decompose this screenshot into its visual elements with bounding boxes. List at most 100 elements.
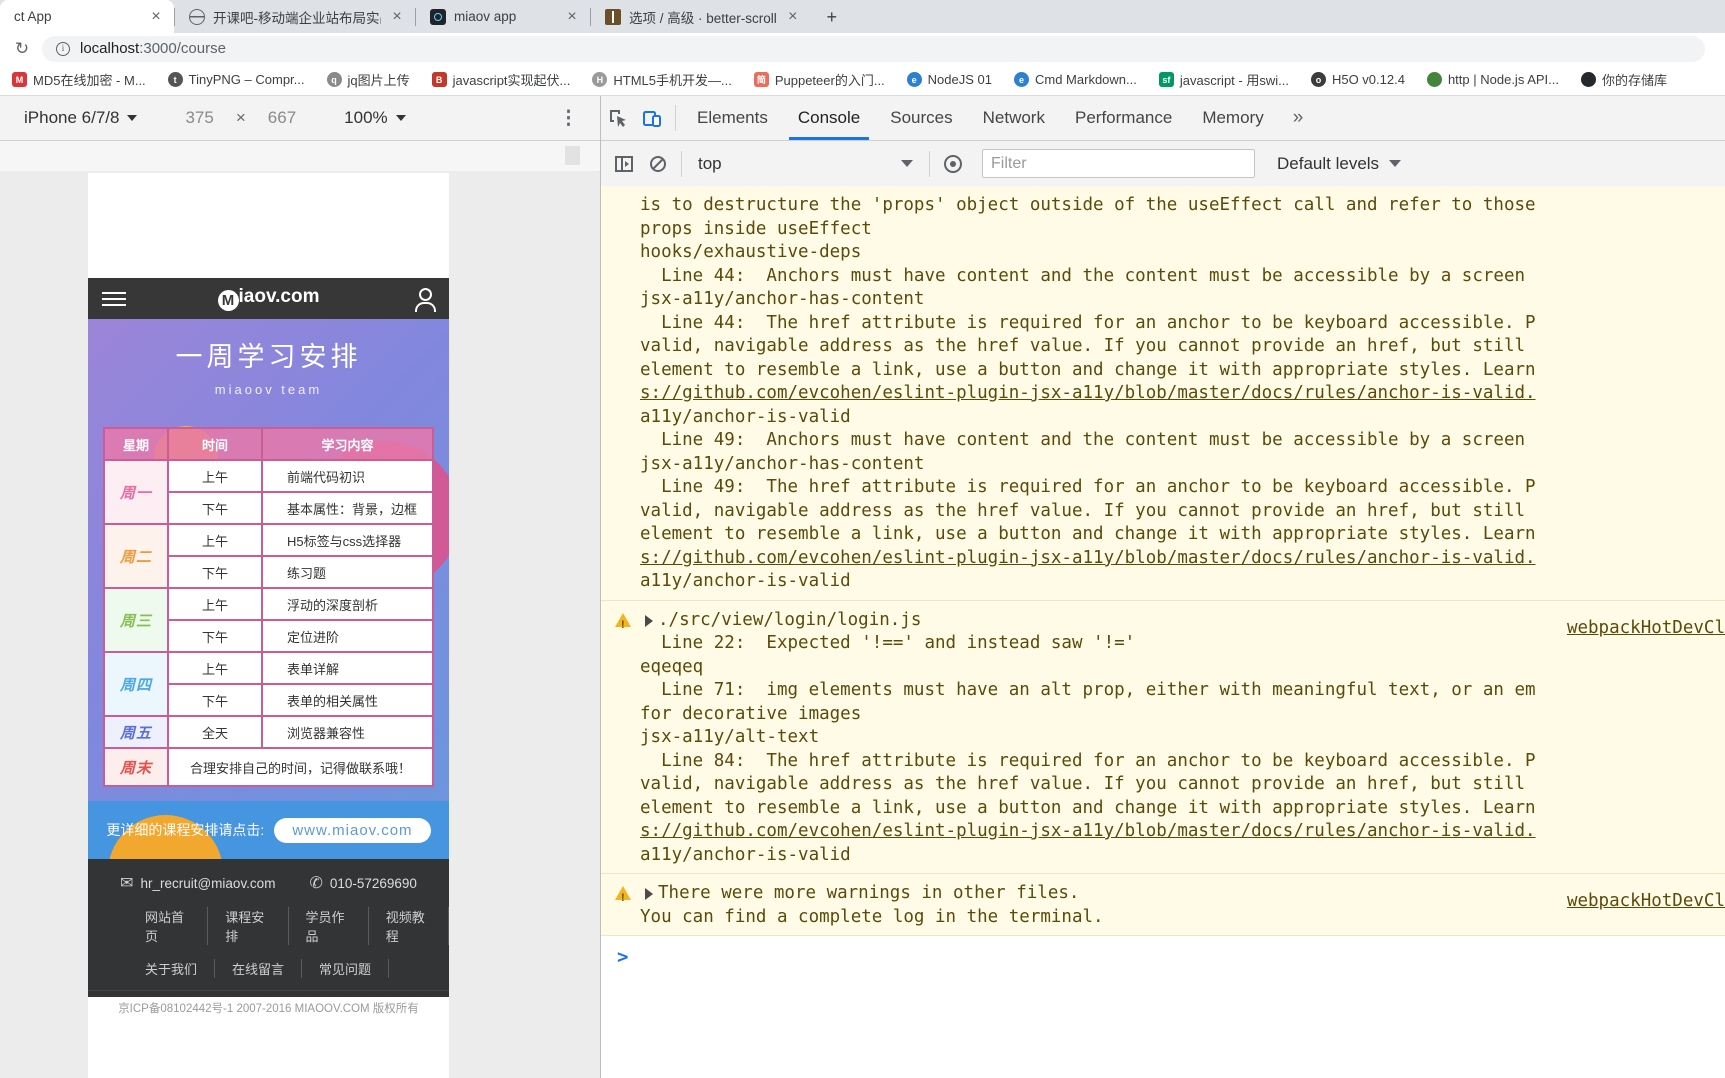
expand-caret-icon[interactable] [645, 888, 653, 900]
devtools-tab-performance[interactable]: Performance [1060, 97, 1187, 140]
devtools-tab-elements[interactable]: Elements [682, 97, 783, 140]
chevron-down-icon [901, 160, 913, 167]
console-link-line[interactable]: s://github.com/evcohen/eslint-plugin-jsx… [601, 820, 1725, 844]
user-account-icon[interactable] [415, 287, 436, 312]
devtools-tab-network[interactable]: Network [968, 97, 1060, 140]
scroll-corner [565, 146, 580, 165]
console-link-line[interactable]: s://github.com/evcohen/eslint-plugin-jsx… [601, 547, 1725, 571]
clear-console-icon[interactable] [641, 149, 675, 179]
webpack-source-link[interactable]: webpackHotDevCl [1567, 617, 1725, 641]
console-text-line: element to resemble a link, use a button… [640, 359, 1536, 380]
footer-link[interactable]: 网站首页 [128, 907, 209, 945]
footer-link[interactable]: 常见问题 [302, 959, 390, 978]
tab-close-icon[interactable]: × [785, 8, 801, 25]
viewport-height-input[interactable]: 667 [268, 108, 296, 128]
warning-source: ./src/view/login/login.js [658, 609, 922, 630]
site-logo[interactable]: Miaov.com [88, 286, 449, 311]
bookmark-label: NodeJS 01 [927, 72, 992, 87]
content-cell: 定位进阶 [261, 619, 434, 653]
console-text-line: Line 49: The href attribute is required … [640, 477, 1536, 497]
warning-triangle-icon [615, 886, 631, 911]
devtools-tabs: Elements Console Sources Network Performance… [682, 97, 1279, 140]
phone-link[interactable]: ✆ 010-57269690 [309, 873, 417, 893]
bookmark-item[interactable]: Bjavascript实现起伏... [431, 70, 570, 89]
console-text-line: eqeqeq [640, 656, 704, 677]
console-text-line: valid, navigable address as the href val… [640, 500, 1526, 521]
bookmark-item[interactable]: e Cmd Markdown... [1014, 72, 1137, 87]
expand-caret-icon[interactable] [645, 614, 653, 627]
table-row: 周五 全天 浏览器兼容性 [103, 715, 434, 749]
email-link[interactable]: ✉ hr_recruit@miaov.com [120, 873, 275, 893]
execution-context-select[interactable]: top [698, 154, 913, 174]
browser-tab[interactable]: ct App × [0, 0, 174, 33]
bookmark-item[interactable]: 你的存储库 [1581, 70, 1667, 89]
bookmark-item[interactable]: H HTML5手机开发—... [592, 70, 732, 89]
console-sidebar-icon[interactable] [607, 149, 641, 179]
console-text-line: a11y/anchor-is-valid [640, 571, 851, 591]
devtools-tab-console[interactable]: Console [783, 97, 875, 140]
devtools-tab-sources[interactable]: Sources [875, 97, 967, 140]
eye-icon[interactable] [936, 149, 970, 179]
levels-label: Default levels [1277, 153, 1380, 173]
device-toolbar-toggle-icon[interactable] [635, 103, 669, 133]
webpack-source-link[interactable]: webpackHotDevCl [1567, 890, 1725, 914]
device-select[interactable]: iPhone 6/7/8 [24, 108, 119, 128]
inspect-element-icon[interactable] [601, 103, 635, 133]
bookmark-favicon-icon: e [906, 72, 922, 87]
more-tabs-icon[interactable]: » [1293, 107, 1304, 129]
banner-section: 一周学习安排 miaoov team 星期 时间 学习内容 周一 上午 前端代码初识 下午基… [88, 319, 449, 801]
browser-tab[interactable]: 开课吧-移动端企业站布局实战 × [175, 0, 415, 33]
day-cell: 周四 [103, 651, 169, 717]
new-tab-button[interactable]: + [819, 4, 845, 30]
day-cell: 周末 [103, 747, 169, 787]
browser-tab[interactable]: miaov app × [416, 0, 590, 33]
browser-tab-strip: ct App × 开课吧-移动端企业站布局实战 × miaov app × 选项 / 高级 … [0, 0, 1725, 33]
devtools-tab-memory[interactable]: Memory [1187, 97, 1278, 140]
console-filter-input[interactable] [982, 149, 1255, 178]
bookmark-favicon-icon: q [326, 72, 342, 87]
tab-close-icon[interactable]: × [564, 8, 580, 25]
bookmark-item[interactable]: 简 Puppeteer的入门... [753, 70, 885, 89]
bookmark-item[interactable]: http | Node.js API... [1426, 72, 1559, 87]
bookmark-item[interactable]: e NodeJS 01 [906, 72, 992, 87]
footer-link[interactable]: 视频教程 [369, 907, 449, 945]
console-warning-block: ./src/view/login/login.js webpackHotDevCl… [601, 600, 1725, 874]
footer-link[interactable]: 学员作品 [289, 907, 369, 945]
bookmark-favicon-icon: M [12, 72, 27, 87]
divider [675, 105, 676, 131]
contact-row: ✉ hr_recruit@miaov.com ✆ 010-57269690 [88, 873, 449, 893]
console-prompt-chevron[interactable]: > [601, 936, 1725, 970]
mobile-header: Miaov.com [88, 278, 449, 319]
zoom-select[interactable]: 100% [344, 108, 387, 128]
log-levels-select[interactable]: Default levels [1277, 153, 1402, 174]
bookmark-item[interactable]: t TinyPNG – Compr... [167, 72, 305, 87]
footer-link[interactable]: 关于我们 [128, 959, 216, 978]
banner-title: 一周学习安排 [175, 342, 362, 372]
phone-icon: ✆ [309, 875, 323, 892]
console-text-line: a11y/anchor-is-valid [640, 844, 851, 865]
footer-link[interactable]: 在线留言 [215, 959, 303, 978]
mobile-footer: ✉ hr_recruit@miaov.com ✆ 010-57269690 网站首页… [88, 859, 449, 1015]
day-cell: 周一 [103, 459, 169, 525]
promo-link-button[interactable]: www.miaov.com [274, 817, 431, 843]
bookmark-item[interactable]: o H5O v0.12.4 [1310, 72, 1405, 87]
device-menu-kebab-icon[interactable]: ⋮ [559, 107, 578, 130]
viewport-width-input[interactable]: 375 [185, 108, 213, 128]
console-link-line[interactable]: s://github.com/evcohen/eslint-plugin-jsx… [601, 382, 1725, 406]
tab-close-icon[interactable]: × [148, 8, 164, 25]
page-info-icon[interactable]: i [56, 41, 70, 56]
bookmark-item[interactable]: sf javascript - 用swi... [1158, 70, 1289, 89]
browser-address-row: ↻ i localhost :3000/course [0, 33, 1725, 64]
bookmark-item[interactable]: M MD5在线加密 - M... [12, 70, 146, 89]
day-cell: 周二 [103, 523, 169, 589]
footer-link[interactable]: 课程安排 [208, 907, 289, 945]
time-cell: 下午 [167, 619, 263, 653]
table-header-row: 星期 时间 学习内容 [103, 427, 434, 461]
address-bar[interactable]: i localhost :3000/course [42, 35, 1705, 62]
tab-close-icon[interactable]: × [389, 8, 405, 25]
reload-icon[interactable]: ↻ [10, 39, 34, 59]
bookmark-item[interactable]: q jq图片上传 [326, 70, 410, 89]
divider [681, 150, 682, 177]
chevron-down-icon [127, 115, 138, 121]
browser-tab[interactable]: 选项 / 高级 · better-scroll × [591, 0, 811, 33]
